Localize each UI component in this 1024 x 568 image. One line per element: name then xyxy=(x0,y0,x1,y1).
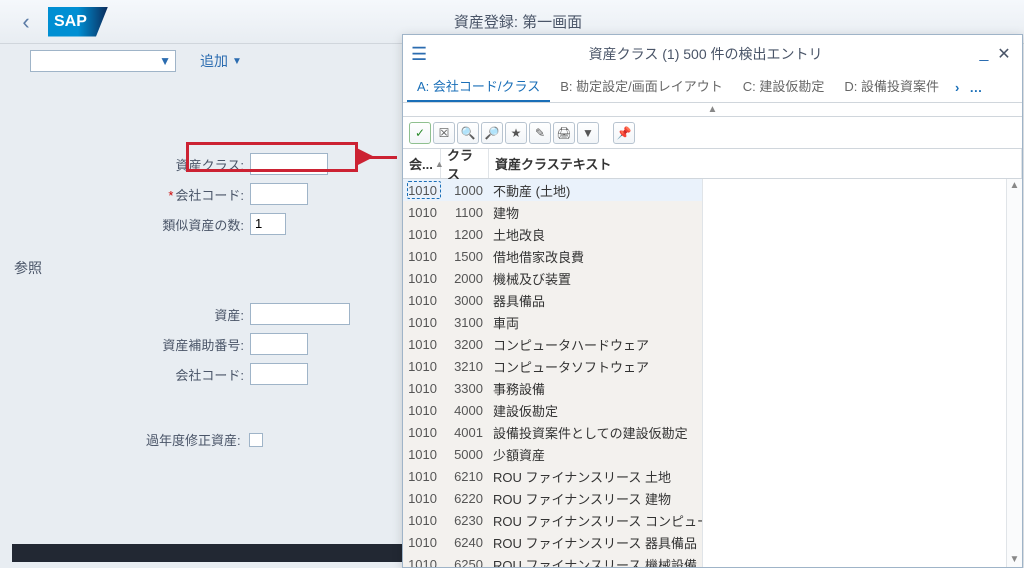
col-class[interactable]: クラス xyxy=(441,149,489,178)
tab-d[interactable]: D: 設備投資案件 xyxy=(834,73,949,103)
variant-select[interactable]: ▼ xyxy=(30,50,176,72)
dialog-toolbar: ✓ ☒ 🔍 🔎 ★ ✎ 🖨 ▼ 📌 xyxy=(403,117,1022,149)
grid-body: 10101000不動産 (土地)10101100建物10101200土地改良10… xyxy=(403,179,1022,567)
close-button[interactable]: ✕ xyxy=(994,44,1014,64)
value-help-dialog: ☰ 資産クラス (1) 500 件の検出エントリ _ ✕ A: 会社コード/クラ… xyxy=(402,34,1023,568)
pin-icon[interactable]: 📌 xyxy=(613,122,635,144)
page-title: 資産登録: 第一画面 xyxy=(28,11,1008,32)
cancel-filter-icon[interactable]: ☒ xyxy=(433,122,455,144)
add-label: 追加 xyxy=(200,51,228,71)
dialog-title: 資産クラス (1) 500 件の検出エントリ xyxy=(437,44,974,64)
ref-asset-input[interactable] xyxy=(250,303,350,325)
ref-company-input[interactable] xyxy=(250,363,308,385)
scroll-up-icon[interactable]: ▲ xyxy=(1007,179,1022,193)
favorite-icon[interactable]: ★ xyxy=(505,122,527,144)
sap-logo: SAP xyxy=(48,7,108,37)
ref-asset-label: 資産: xyxy=(10,305,250,324)
company-code-input[interactable] xyxy=(250,183,308,205)
tab-b[interactable]: B: 勘定設定/画面レイアウト xyxy=(550,73,733,103)
ref-subnumber-label: 資産補助番号: xyxy=(10,335,250,354)
similar-count-input[interactable]: 1 xyxy=(250,213,286,235)
ref-company-label: 会社コード: xyxy=(10,365,250,384)
menu-icon[interactable]: ☰ xyxy=(411,44,427,65)
vertical-scrollbar[interactable]: ▲ ▼ xyxy=(1006,179,1022,567)
tab-c[interactable]: C: 建設仮勘定 xyxy=(733,73,835,103)
prev-year-row: 過年度修正資産: xyxy=(146,430,263,449)
personal-list-icon[interactable]: ✎ xyxy=(529,122,551,144)
accept-icon[interactable]: ✓ xyxy=(409,122,431,144)
cell-cursor xyxy=(407,181,441,199)
separator xyxy=(601,122,611,144)
company-code-label: *会社コード: xyxy=(10,185,250,204)
col-company[interactable]: 会...▲ xyxy=(403,149,441,178)
dropdown-icon[interactable]: ▼ xyxy=(577,122,599,144)
prev-year-label: 過年度修正資産: xyxy=(146,430,241,449)
prev-year-checkbox[interactable] xyxy=(249,433,263,447)
grid-header: 会...▲ クラス 資産クラステキスト xyxy=(403,149,1022,179)
ref-subnumber-input[interactable] xyxy=(250,333,308,355)
tabs-more-icon[interactable]: … xyxy=(965,80,986,95)
col-text[interactable]: 資産クラステキスト xyxy=(489,149,1022,178)
chevron-down-icon: ▼ xyxy=(159,54,171,68)
search-icon[interactable]: 🔍 xyxy=(457,122,479,144)
tab-bar: A: 会社コード/クラス B: 勘定設定/画面レイアウト C: 建設仮勘定 D:… xyxy=(403,73,1022,103)
annotation-highlight xyxy=(186,142,358,172)
find-next-icon[interactable]: 🔎 xyxy=(481,122,503,144)
print-icon[interactable]: 🖨 xyxy=(553,122,575,144)
dialog-header: ☰ 資産クラス (1) 500 件の検出エントリ _ ✕ xyxy=(403,35,1022,73)
reference-section-title: 参照 xyxy=(14,258,42,278)
annotation-arrow-icon: ▶ xyxy=(358,143,373,168)
tabs-overflow-icon[interactable]: › xyxy=(949,80,965,95)
add-button[interactable]: 追加 ▼ xyxy=(200,51,242,71)
minimize-button[interactable]: _ xyxy=(974,45,994,63)
main-form: 資産クラス: *会社コード: 類似資産の数: 1 資産: 資産補助番号: 会社コ… xyxy=(10,95,402,390)
scroll-down-icon[interactable]: ▼ xyxy=(1007,553,1022,567)
tab-a[interactable]: A: 会社コード/クラス xyxy=(407,73,550,103)
collapse-handle[interactable]: ▲ xyxy=(403,103,1022,117)
grid-blank-area xyxy=(702,179,1022,567)
chevron-down-icon: ▼ xyxy=(232,56,242,67)
similar-count-label: 類似資産の数: xyxy=(10,215,250,234)
